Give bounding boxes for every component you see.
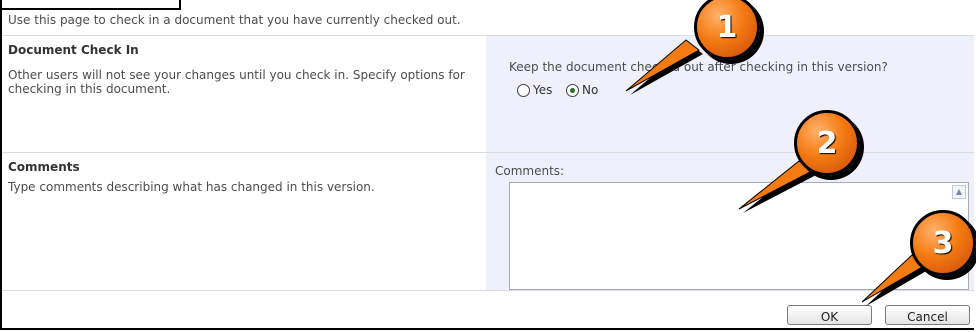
- callout-1-arrow-fill: [625, 39, 700, 92]
- callout-3-badge: 3: [910, 210, 976, 276]
- callout-2-badge: 2: [794, 110, 860, 176]
- callout-3-arrow-fill: [861, 254, 925, 303]
- callout-2-arrow-fill: [738, 160, 816, 210]
